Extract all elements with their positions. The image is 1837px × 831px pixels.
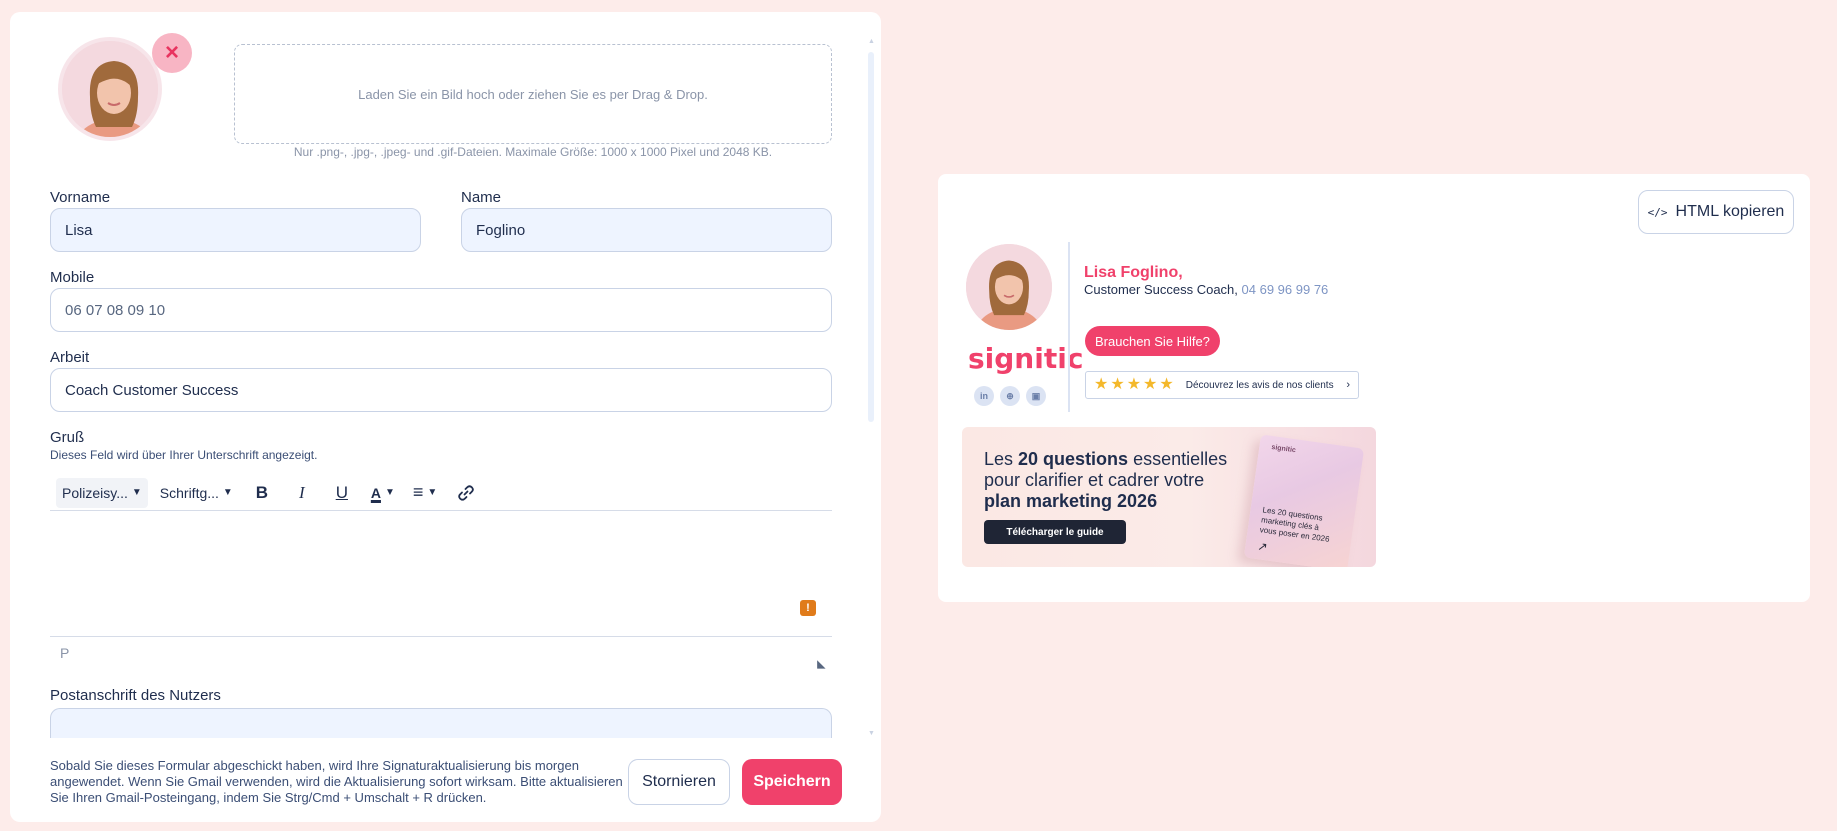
image-upload-dropzone[interactable]: Laden Sie ein Bild hoch oder ziehen Sie … (234, 44, 832, 144)
copy-html-button[interactable]: </> HTML kopieren (1638, 190, 1794, 234)
footer-note: Sobald Sie dieses Formular abgeschickt h… (50, 758, 623, 805)
social-links: in ⊕ ▣ (974, 386, 1046, 406)
greeting-label: Gruß (50, 429, 85, 446)
postal-label: Postanschrift des Nutzers (50, 687, 221, 704)
reviews-link[interactable]: ★ ★ ★ ★ ★ Découvrez les avis de nos clie… (1085, 371, 1359, 399)
signature-job-title: Customer Success Coach, (1084, 282, 1238, 297)
star-icon: ★ (1159, 376, 1174, 393)
chevron-down-icon: ▼ (131, 487, 142, 498)
chevron-down-icon: ▼ (384, 487, 395, 498)
firstname-field[interactable]: Lisa (50, 208, 421, 252)
work-field[interactable]: Coach Customer Success (50, 368, 832, 412)
mobile-field[interactable]: 06 07 08 09 10 (50, 288, 832, 332)
work-value: Coach Customer Success (65, 381, 239, 399)
arrow-up-right-icon: ↗ (1256, 539, 1269, 555)
font-size-select[interactable]: Schriftg... ▼ (154, 478, 239, 508)
chevron-right-icon: › (1346, 379, 1350, 391)
firstname-label: Vorname (50, 189, 111, 206)
banner-line3: plan marketing 2026 (984, 491, 1158, 511)
reviews-text: Découvrez les avis de nos clients (1185, 379, 1334, 391)
banner-headline: Les 20 questions essentielles pour clari… (984, 449, 1244, 512)
mobile-label: Mobile (50, 269, 95, 286)
text-color-select[interactable]: A ▼ (365, 478, 401, 508)
mobile-value: 06 07 08 09 10 (65, 301, 166, 319)
font-family-value: Polizeisy... (62, 484, 128, 501)
signature-title-line: Customer Success Coach, 04 69 96 99 76 (1084, 282, 1328, 297)
chevron-down-icon: ▼ (427, 487, 438, 498)
scrollbar-thumb[interactable] (868, 52, 874, 422)
cancel-button[interactable]: Stornieren (628, 759, 730, 805)
help-button[interactable]: Brauchen Sie Hilfe? (1085, 326, 1220, 356)
bold-icon: B (255, 482, 268, 502)
scroll-down-arrow-icon[interactable]: ▼ (868, 730, 875, 737)
postal-field[interactable] (50, 708, 832, 738)
signitic-logo: signitic (968, 342, 1084, 375)
banner-line1-bold: 20 questions (1018, 449, 1129, 469)
editor-path-bar: P (50, 636, 832, 672)
guide-booklet-image: signitic Les 20 questions marketing clés… (1243, 434, 1365, 567)
text-color-icon: A (370, 484, 381, 501)
booklet-title: Les 20 questions marketing clés à vous p… (1259, 505, 1331, 544)
italic-button[interactable]: I (285, 478, 319, 508)
star-icon: ★ (1126, 376, 1142, 393)
avatar (58, 37, 162, 141)
line-height-select[interactable]: ≡ ▼ (407, 478, 443, 508)
contact-card-icon[interactable]: ▣ (1026, 386, 1046, 406)
scroll-up-arrow-icon[interactable]: ▲ (868, 38, 875, 45)
chevron-down-icon: ▼ (222, 487, 233, 498)
banner-line2: pour clarifier et cadrer votre (984, 470, 1205, 490)
signature-form-panel: ▲ ▼ × Laden Sie ein Bild hoch oder ziehe… (10, 12, 881, 822)
globe-icon[interactable]: ⊕ (1000, 386, 1020, 406)
signature-phone[interactable]: 04 69 96 99 76 (1242, 282, 1329, 297)
line-height-icon: ≡ (412, 482, 424, 502)
font-size-value: Schriftg... (159, 484, 219, 501)
greeting-editor[interactable] (50, 512, 832, 632)
close-icon: × (164, 39, 179, 66)
banner-line1-pre: Les (984, 449, 1019, 469)
banner-line1-post: essentielles (1128, 449, 1228, 469)
bold-button[interactable]: B (245, 478, 279, 508)
code-icon: </> (1647, 205, 1668, 219)
linkedin-icon[interactable]: in (974, 386, 994, 406)
underline-icon: U (335, 482, 348, 502)
signature-avatar (966, 244, 1052, 330)
download-guide-button[interactable]: Télécharger le guide (984, 520, 1126, 544)
rich-text-toolbar: Polizeisy... ▼ Schriftg... ▼ B I U A ▼ ≡… (50, 475, 832, 511)
booklet-brand: signitic (1270, 443, 1297, 455)
signature-name: Lisa Foglino, (1084, 264, 1183, 281)
dropzone-hint: Nur .png-, .jpg-, .jpeg- und .gif-Dateie… (293, 145, 773, 159)
remove-photo-button[interactable]: × (152, 33, 192, 73)
resize-handle-icon[interactable]: ◢ (816, 660, 829, 668)
person-portrait-icon (966, 244, 1052, 330)
editor-path: P (60, 645, 70, 661)
star-icon: ★ (1110, 376, 1125, 393)
lastname-value: Foglino (476, 221, 526, 239)
signature-preview-panel: </> HTML kopieren signitic in ⊕ ▣ Lisa F… (938, 174, 1810, 602)
dropzone-text: Laden Sie ein Bild hoch oder ziehen Sie … (358, 86, 708, 102)
person-portrait-icon (62, 41, 158, 137)
marketing-banner[interactable]: Les 20 questions essentielles pour clari… (962, 427, 1376, 567)
lastname-label: Name (461, 189, 502, 206)
save-button[interactable]: Speichern (742, 759, 842, 805)
star-icon: ★ (1094, 376, 1109, 393)
link-icon (458, 484, 475, 501)
copy-html-label: HTML kopieren (1675, 203, 1785, 220)
signature-divider (1068, 242, 1070, 412)
firstname-value: Lisa (65, 221, 93, 239)
lastname-field[interactable]: Foglino (461, 208, 832, 252)
warning-badge[interactable]: ! (800, 600, 816, 616)
work-label: Arbeit (50, 349, 90, 366)
underline-button[interactable]: U (325, 478, 359, 508)
star-icon: ★ (1143, 376, 1158, 393)
link-button[interactable] (449, 478, 483, 508)
font-family-select[interactable]: Polizeisy... ▼ (56, 477, 148, 508)
greeting-hint: Dieses Feld wird über Ihrer Unterschrift… (50, 448, 318, 462)
form-scrollbar[interactable]: ▲ ▼ (868, 38, 875, 740)
italic-icon: I (298, 482, 305, 502)
